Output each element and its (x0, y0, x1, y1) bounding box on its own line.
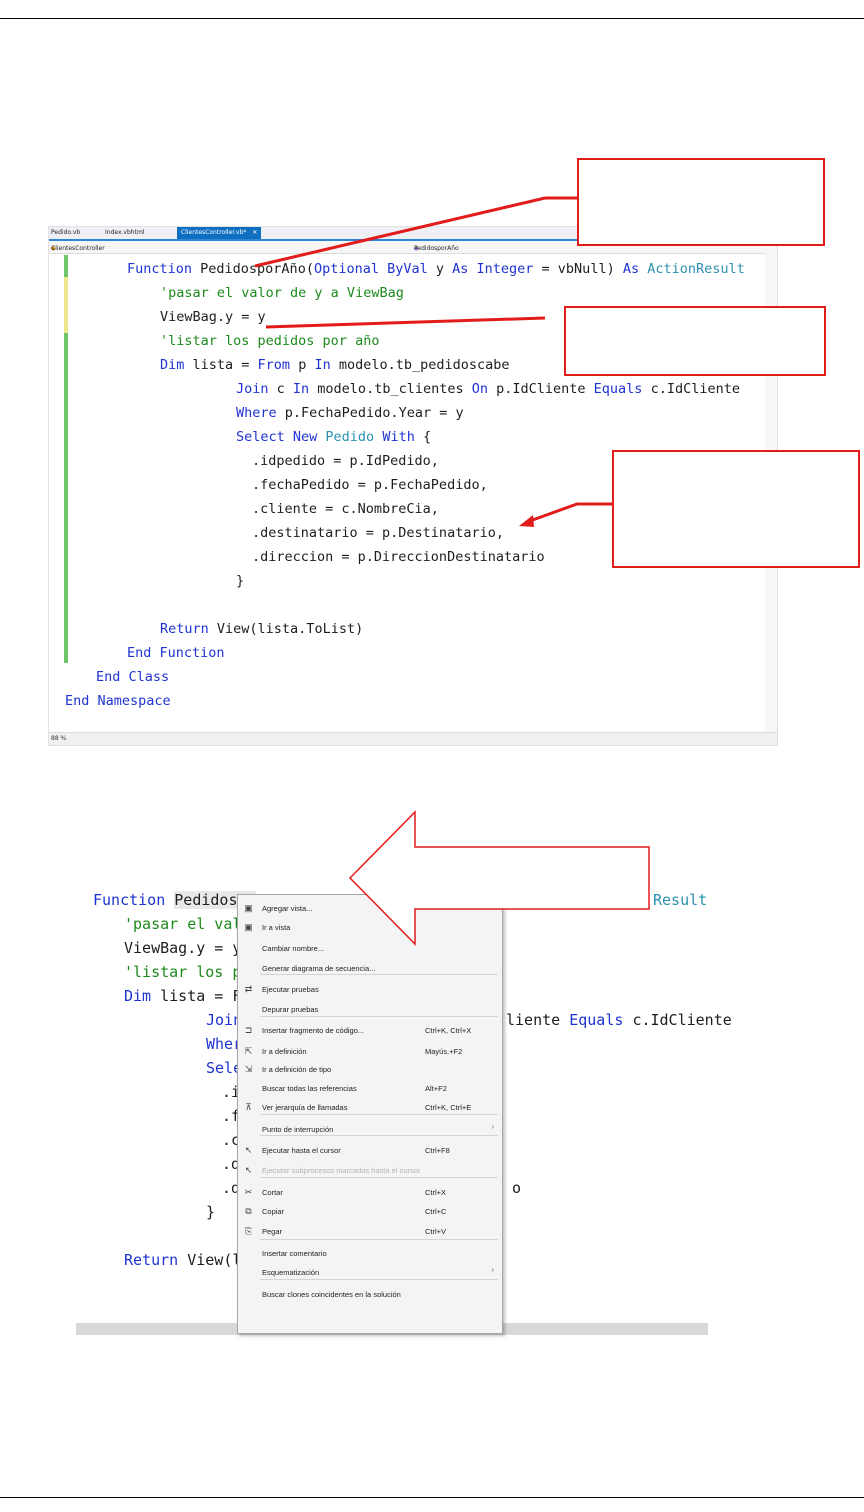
arrowhead-select (519, 515, 534, 527)
big-hollow-arrow (348, 810, 650, 946)
callout-line-select (526, 502, 612, 524)
callout-line-viewbag (265, 316, 546, 329)
callout-line-function (254, 196, 577, 268)
annotation-arrows (254, 196, 650, 946)
